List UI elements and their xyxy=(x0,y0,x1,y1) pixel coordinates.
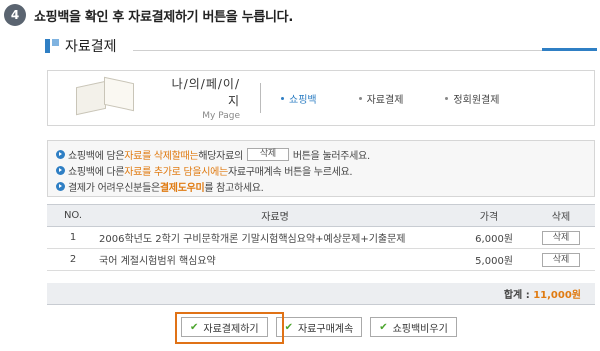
empty-button-label: 쇼핑백비우기 xyxy=(392,323,448,335)
arrow-bullet-icon xyxy=(56,149,65,159)
section-title: 자료결제 xyxy=(45,36,117,56)
mypage-panel: 나/의/페/이/지 My Page 쇼핑백 자료결제 정회원결제 xyxy=(47,70,595,126)
mypage-title: 나/의/페/이/지 My Page xyxy=(160,75,240,121)
inline-delete-button-sample: 삭제 xyxy=(246,147,289,161)
notice-text: 자료구매계속 버튼을 누르세요. xyxy=(227,166,353,178)
continue-button-label: 자료구매계속 xyxy=(297,323,354,335)
mypage-nav: 쇼핑백 자료결제 정회원결제 xyxy=(281,91,541,106)
notice-text: 를 참고하세요. xyxy=(204,182,264,194)
notice-line-delete: 쇼핑백에 담은 자료를 삭제할때는 해당자료의 삭제 버튼을 눌러주세요. xyxy=(56,146,586,162)
bullet-dot-icon xyxy=(281,96,284,100)
mypage-title-en: My Page xyxy=(202,111,240,121)
continue-shopping-button[interactable]: ✔ 자료구매계속 xyxy=(275,317,363,337)
mypage-title-ko: 나/의/페/이/지 xyxy=(171,77,240,108)
notice-text: 해당자료의 xyxy=(198,150,243,162)
nav-item-label: 정회원결제 xyxy=(453,94,500,106)
total-cell: 합계 : 11,000원 xyxy=(47,282,595,305)
notice-box: 쇼핑백에 담은 자료를 삭제할때는 해당자료의 삭제 버튼을 눌러주세요. 쇼핑… xyxy=(47,140,595,197)
header-name: 자료명 xyxy=(99,204,451,227)
arrow-bullet-icon xyxy=(56,181,65,191)
notice-highlight: 자료를 추가로 담을시에는 xyxy=(124,166,228,178)
delete-button[interactable]: 삭제 xyxy=(542,230,580,245)
step-number-badge: 4 xyxy=(4,4,26,26)
row-delete-cell: 삭제 xyxy=(527,248,595,271)
bullet-dot-icon xyxy=(358,96,362,100)
header-delete: 삭제 xyxy=(527,204,595,227)
notice-line-help: 결제가 어려우신분들은 결제도우미 를 참고하세요. xyxy=(56,178,586,194)
section-square-icon xyxy=(45,39,59,53)
step-instruction: 쇼핑백을 확인 후 자료결제하기 버튼을 누릅니다. xyxy=(34,9,293,25)
row-no: 1 xyxy=(47,226,99,249)
title-divider-accent xyxy=(542,48,597,51)
mypage-divider xyxy=(260,83,261,113)
row-no: 2 xyxy=(47,248,99,271)
table-row: 2 국어 계절시험범위 핵심요약 5,000원 삭제 xyxy=(47,248,595,271)
shopping-bag-table: NO. 자료명 가격 삭제 1 2006학년도 2학기 구비문학개론 기말시험핵… xyxy=(47,204,595,305)
total-row: 합계 : 11,000원 xyxy=(47,282,595,305)
check-icon: ✔ xyxy=(284,321,293,333)
header-price: 가격 xyxy=(451,204,527,227)
table-header-row: NO. 자료명 가격 삭제 xyxy=(47,204,595,227)
arrow-bullet-icon xyxy=(56,165,65,175)
nav-item-shopping-bag[interactable]: 쇼핑백 xyxy=(281,91,317,106)
nav-item-member-payment[interactable]: 정회원결제 xyxy=(445,91,499,106)
table-row: 1 2006학년도 2학기 구비문학개론 기말시험핵심요약+예상문제+기출문제 … xyxy=(47,226,595,249)
bullet-dot-icon xyxy=(445,96,449,100)
notice-line-add: 쇼핑백에 다른 자료를 추가로 담을시에는 자료구매계속 버튼을 누르세요. xyxy=(56,162,586,178)
notice-text: 쇼핑백에 담은 xyxy=(68,150,125,162)
section-title-label: 자료결제 xyxy=(65,39,117,55)
header-no: NO. xyxy=(47,204,99,227)
spacer-row xyxy=(47,271,595,283)
step-header: 4 쇼핑백을 확인 후 자료결제하기 버튼을 누릅니다. xyxy=(4,3,293,27)
row-delete-cell: 삭제 xyxy=(527,226,595,249)
empty-bag-button[interactable]: ✔ 쇼핑백비우기 xyxy=(370,317,457,337)
row-price: 6,000원 xyxy=(451,226,527,249)
notice-text: 버튼을 눌러주세요. xyxy=(292,150,370,162)
open-book-icon xyxy=(70,76,140,120)
payment-helper-link[interactable]: 결제도우미 xyxy=(160,179,205,194)
notice-text: 쇼핑백에 다른 xyxy=(68,166,125,178)
notice-highlight: 자료를 삭제할때는 xyxy=(124,150,199,162)
row-name: 국어 계절시험범위 핵심요약 xyxy=(99,248,451,271)
total-label: 합계 : xyxy=(503,289,534,301)
title-divider xyxy=(133,50,595,51)
nav-item-label: 자료결제 xyxy=(366,94,404,106)
highlight-frame xyxy=(175,312,284,344)
delete-button[interactable]: 삭제 xyxy=(542,252,580,267)
row-name: 2006학년도 2학기 구비문학개론 기말시험핵심요약+예상문제+기출문제 xyxy=(99,226,451,249)
notice-text: 결제가 어려우신분들은 xyxy=(68,182,160,194)
check-icon: ✔ xyxy=(379,321,388,333)
nav-item-label: 쇼핑백 xyxy=(289,94,317,106)
nav-item-payment[interactable]: 자료결제 xyxy=(358,91,404,106)
row-price: 5,000원 xyxy=(451,248,527,271)
total-amount: 11,000원 xyxy=(533,289,581,301)
